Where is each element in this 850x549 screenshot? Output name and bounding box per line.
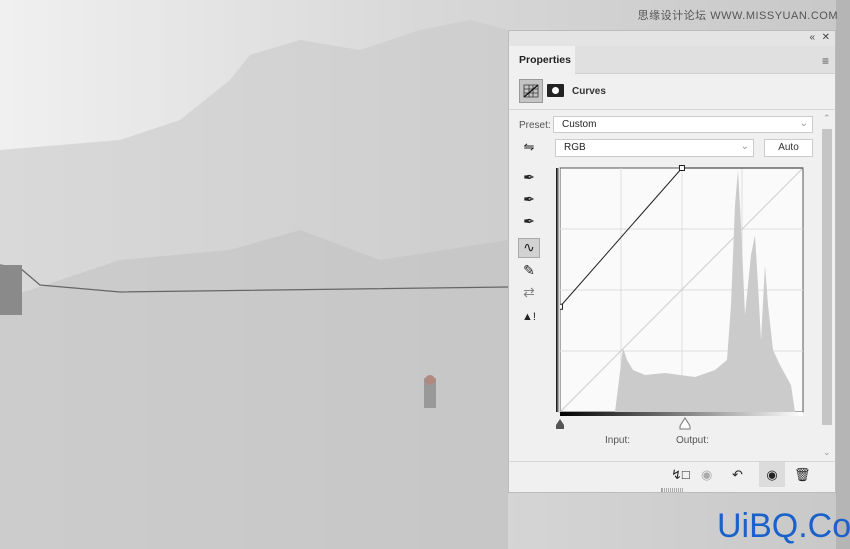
eyedropper-black-icon[interactable]: ✒	[518, 169, 540, 189]
scrollbar[interactable]: ⌃ ⌄	[821, 113, 833, 458]
panel-footer: ↯□ ◉ ↶ ◉ 🗑	[509, 461, 835, 487]
preset-label: Preset:	[519, 120, 551, 131]
channel-dropdown[interactable]: RGB ⌄	[555, 139, 754, 157]
reset-icon[interactable]: ↶	[732, 467, 743, 483]
scroll-down-icon: ⌄	[823, 447, 831, 457]
clipping-warning-icon[interactable]: ▲!	[518, 311, 540, 331]
mask-icon[interactable]	[547, 84, 564, 97]
preset-value: Custom	[562, 119, 597, 130]
white-point-slider	[679, 417, 691, 430]
watermark-top: 思缘设计论坛 WWW.MISSYUAN.COM	[637, 10, 838, 22]
swing-figure	[424, 375, 436, 408]
double-chevron-left-icon[interactable]: «	[809, 32, 815, 43]
scroll-up-icon: ⌃	[823, 113, 831, 123]
pencil-icon[interactable]: ✎	[518, 262, 540, 282]
input-label: Input:	[605, 435, 631, 446]
eyedropper-white-icon[interactable]: ✒	[518, 213, 540, 233]
view-previous-icon[interactable]: ◉	[701, 467, 712, 483]
output-gradient-bar	[556, 168, 560, 412]
preset-dropdown[interactable]: Custom ⌄	[553, 116, 813, 133]
hamburger-menu-icon[interactable]: ≡	[822, 54, 829, 68]
curve-control-point[interactable]	[678, 165, 685, 171]
adjustment-title: Curves	[572, 86, 606, 97]
auto-button[interactable]: Auto	[764, 139, 813, 157]
output-label: Output:	[676, 435, 709, 446]
close-icon[interactable]: ✕	[822, 32, 830, 43]
properties-panel: « ✕ Properties ≡ Curves Preset: Custom ⌄ …	[508, 30, 836, 493]
chevron-down-icon: ⌄	[799, 118, 808, 129]
curves-graph[interactable]	[555, 165, 811, 445]
watermark-bottom: UiBQ.CoM	[717, 507, 850, 545]
visibility-eye-icon[interactable]: ◉	[759, 462, 785, 487]
channel-value: RGB	[564, 142, 586, 153]
curves-adjustment-icon[interactable]	[519, 79, 543, 103]
tab-properties[interactable]: Properties	[509, 46, 575, 74]
scrollbar-thumb[interactable]	[822, 129, 832, 425]
input-gradient-bar	[560, 412, 803, 416]
curve-point-icon[interactable]: ∿	[518, 238, 540, 258]
on-image-adjust-icon[interactable]: ⇋	[518, 139, 540, 159]
clip-to-layer-icon[interactable]: ↯□	[671, 467, 690, 483]
panel-topbar: « ✕	[509, 31, 835, 46]
chevron-down-icon: ⌄	[740, 141, 749, 152]
resize-grip[interactable]	[661, 488, 683, 492]
smooth-icon[interactable]: ⇄	[518, 284, 540, 304]
eyedropper-gray-icon[interactable]: ✒	[518, 191, 540, 211]
black-point-slider	[556, 419, 564, 429]
trash-icon[interactable]: 🗑	[794, 467, 811, 483]
